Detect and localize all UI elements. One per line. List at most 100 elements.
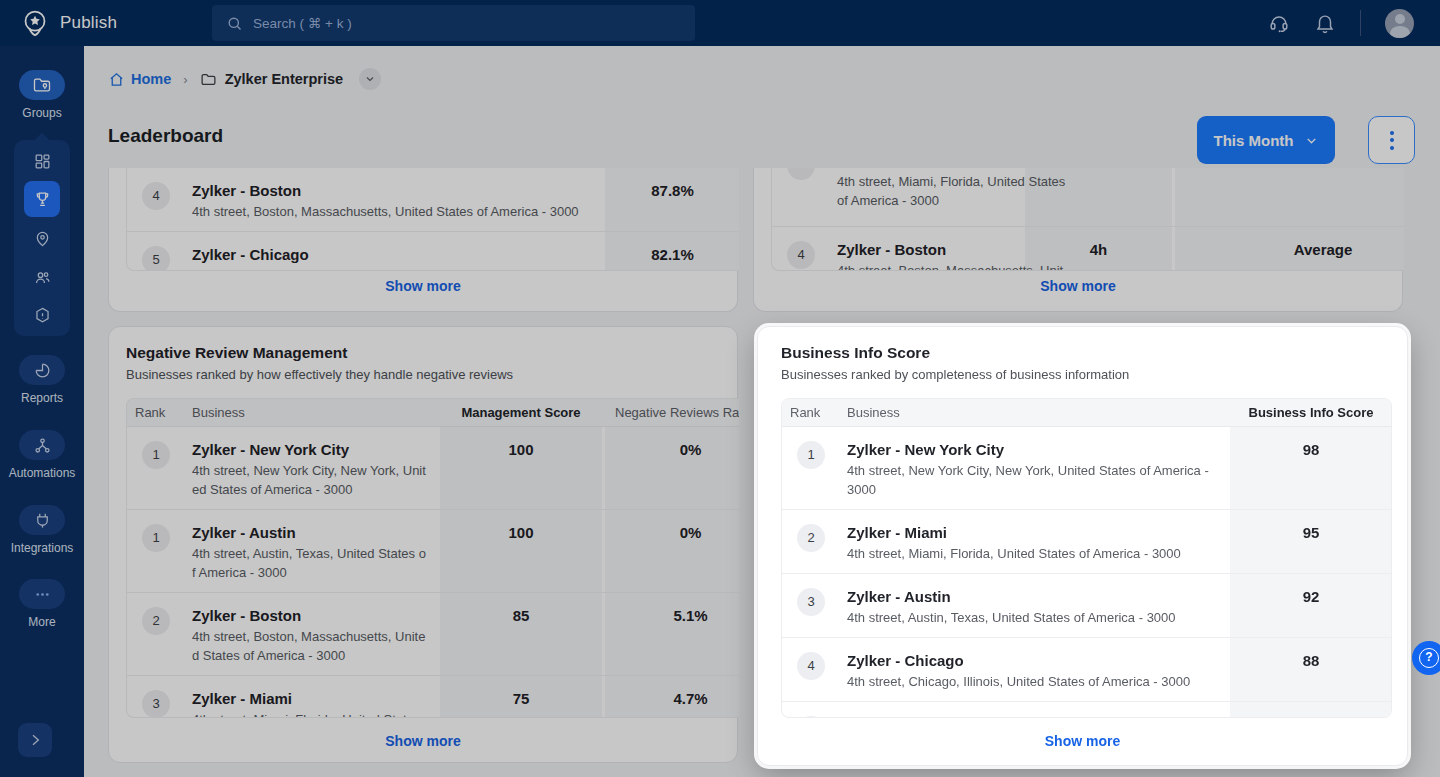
- search-placeholder: Search ( ⌘ + k ): [253, 15, 352, 31]
- sidebar-item-automations[interactable]: Automations: [0, 430, 84, 480]
- show-more-link[interactable]: Show more: [109, 278, 737, 294]
- table-row: 3Zylker - Austin4th street, Austin, Texa…: [782, 574, 1391, 638]
- reports-pie-icon: [33, 361, 52, 380]
- more-options-button[interactable]: [1368, 116, 1415, 164]
- breadcrumb-dropdown-button[interactable]: [359, 68, 381, 90]
- column-header: Business: [192, 399, 245, 426]
- sidebar-item-more[interactable]: More: [0, 579, 84, 629]
- score-value: 100: [440, 522, 602, 544]
- table-row: 4Zylker - Boston4th street, Boston, Mass…: [772, 227, 1404, 271]
- card-title: Negative Review Management: [109, 327, 737, 362]
- score-value: 100: [440, 439, 602, 461]
- score-value: 85: [1230, 714, 1391, 717]
- column-header: Management Score: [440, 399, 602, 426]
- table-row: 5Zylker - Chicago82.1%: [127, 232, 739, 271]
- business-address: 4th street, Miami, Florida, United State…: [192, 710, 426, 717]
- rank-badge: 4: [142, 182, 170, 210]
- score-value: Average: [1208, 239, 1404, 261]
- support-headset-icon[interactable]: [1268, 12, 1290, 34]
- score-value: 0%: [623, 522, 739, 544]
- integrations-plug-icon: [33, 511, 52, 530]
- team-people-icon[interactable]: [24, 259, 60, 295]
- score-value: 0%: [623, 439, 739, 461]
- breadcrumb-current[interactable]: Zylker Enterprise: [200, 71, 343, 88]
- help-button[interactable]: ?: [1412, 641, 1440, 675]
- score-value: 4h: [1025, 239, 1172, 261]
- score-value: 87.8%: [605, 180, 739, 202]
- table-row: 2Zylker - Boston4th street, Boston, Mass…: [127, 593, 739, 676]
- score-value: 75: [440, 688, 602, 710]
- show-more-link[interactable]: Show more: [109, 733, 737, 749]
- topbar-divider: [1360, 10, 1361, 36]
- rank-badge: 3: [142, 690, 170, 717]
- business-info-score-card: Business Info Score Businesses ranked by…: [757, 326, 1408, 766]
- search-input[interactable]: Search ( ⌘ + k ): [212, 5, 695, 41]
- card-subtitle: Businesses ranked by completeness of bus…: [758, 362, 1407, 382]
- business-address: 4th street, Boston, Massachusetts, Unite…: [192, 627, 426, 665]
- score-value: 4.7%: [623, 688, 739, 710]
- business-address: 4th street, New York City, New York, Uni…: [192, 461, 426, 499]
- negative-review-management-card: Negative Review Management Businesses ra…: [108, 326, 738, 763]
- audit-hexagon-icon[interactable]: [24, 297, 60, 333]
- dashboard-icon[interactable]: [24, 143, 60, 179]
- cards-viewport: 4Zylker - Boston4th street, Boston, Mass…: [108, 168, 1440, 777]
- breadcrumb-home-link[interactable]: Home: [108, 71, 171, 88]
- page-title: Leaderboard: [108, 125, 223, 147]
- breadcrumb: Home › Zylker Enterprise: [108, 68, 381, 90]
- column-header: Negative Reviews Ratio: [615, 399, 739, 426]
- rank-badge: 1: [797, 441, 825, 469]
- rank-badge: 1: [142, 441, 170, 469]
- column-header: Rank: [135, 399, 165, 426]
- score-value: 85: [440, 605, 602, 627]
- rank-badge: 2: [142, 607, 170, 635]
- show-more-link[interactable]: Show more: [754, 278, 1402, 294]
- show-more-link[interactable]: Show more: [758, 733, 1407, 749]
- table-row: 1Zylker - Austin4th street, Austin, Texa…: [127, 510, 739, 593]
- column-header: Business Info Score: [1230, 399, 1392, 426]
- automations-flow-icon: [33, 436, 52, 455]
- table-row: 4Zylker - Boston4th street, Boston, Mass…: [127, 168, 739, 232]
- groups-submenu: [14, 140, 70, 336]
- business-address: 4th street, Austin, Texas, United States…: [192, 544, 426, 582]
- sidebar-expand-button[interactable]: [18, 723, 52, 757]
- period-dropdown-button[interactable]: This Month: [1197, 116, 1335, 164]
- score-value: 88: [1230, 650, 1391, 672]
- search-icon: [226, 15, 243, 32]
- score-value: 95: [1230, 522, 1391, 544]
- leaderboard-trophy-icon[interactable]: [24, 181, 60, 217]
- table-row: 2Zylker - Miami4th street, Miami, Florid…: [782, 510, 1391, 574]
- sidebar-item-groups[interactable]: Groups: [0, 70, 84, 120]
- locations-pin-icon[interactable]: [24, 220, 60, 256]
- leaderboard-card-clipped-right: 4th street, Miami, Florida, United State…: [753, 168, 1403, 312]
- column-header: Business: [847, 399, 900, 426]
- business-address: 4th street, Boston, Massachusetts, Unite…: [837, 261, 1068, 271]
- business-address: 4th street, Boston, Massachusetts, Unite…: [192, 202, 632, 221]
- table-row: 4Zylker - Chicago4th street, Chicago, Il…: [782, 638, 1391, 702]
- rank-badge: 5: [142, 246, 170, 271]
- sidebar-label-more: More: [28, 615, 55, 629]
- rank-badge: 5: [797, 716, 825, 717]
- notifications-bell-icon[interactable]: [1314, 12, 1336, 34]
- breadcrumb-separator: ›: [179, 72, 191, 87]
- score-value: 92: [1230, 586, 1391, 608]
- score-value: 82.1%: [605, 244, 739, 266]
- rank-badge: 4: [787, 241, 815, 269]
- more-dots-icon: [33, 585, 52, 604]
- sidebar: Groups: [0, 46, 84, 777]
- column-header: Rank: [790, 399, 820, 426]
- avatar[interactable]: [1385, 9, 1414, 38]
- main-content: Home › Zylker Enterprise Leaderboard Thi…: [84, 46, 1440, 777]
- sidebar-label-integrations: Integrations: [11, 541, 74, 555]
- rank-badge: [787, 168, 815, 180]
- sidebar-label-automations: Automations: [9, 466, 76, 480]
- sidebar-label-groups: Groups: [22, 106, 61, 120]
- table-row: 5Zylker - Boston85: [782, 702, 1391, 717]
- card-subtitle: Businesses ranked by how effectively the…: [109, 362, 737, 382]
- sidebar-item-reports[interactable]: Reports: [0, 355, 84, 405]
- business-address: 4th street, Chicago, Illinois, United St…: [847, 672, 1225, 691]
- business-address: 4th street, New York City, New York, Uni…: [847, 461, 1225, 499]
- sidebar-item-integrations[interactable]: Integrations: [0, 505, 84, 555]
- business-address: 4th street, Austin, Texas, United States…: [847, 608, 1225, 627]
- table-row: 1Zylker - New York City4th street, New Y…: [127, 427, 739, 510]
- rank-badge: 1: [142, 524, 170, 552]
